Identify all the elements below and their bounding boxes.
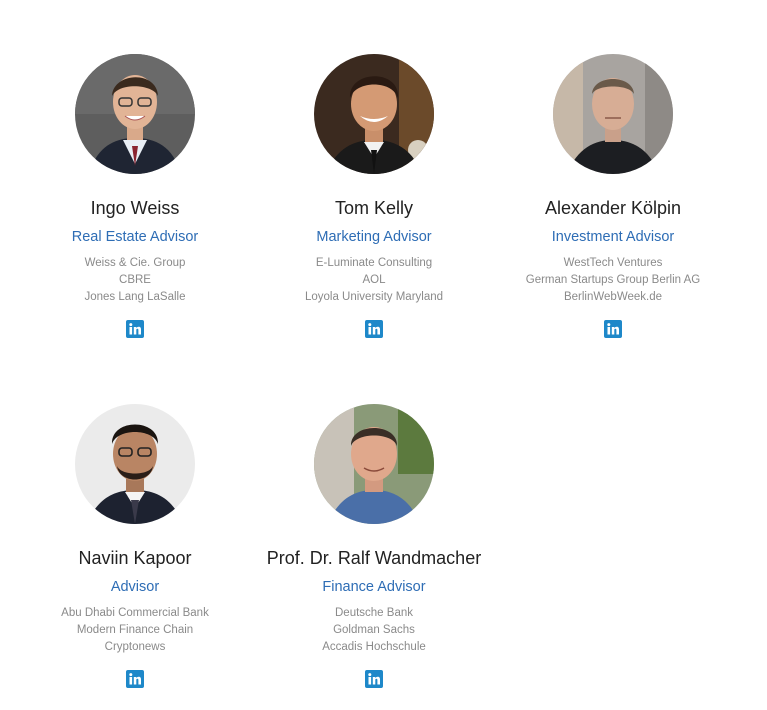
advisor-companies: Abu Dhabi Commercial Bank Modern Finance… [15,605,255,656]
advisor-company: AOL [362,274,386,286]
advisor-company: E-Luminate Consulting [315,257,433,269]
advisor-role: Marketing Advisor [316,229,432,245]
advisor-name: Naviin Kapoor [78,548,192,568]
advisor-company: Abu Dhabi Commercial Bank [61,607,209,619]
advisor-photo [314,404,434,524]
advisor-card: Naviin Kapoor Advisor Abu Dhabi Commerci… [15,404,255,693]
advisor-role: Advisor [110,579,160,595]
advisor-card: Ingo Weiss Real Estate Advisor Weiss & C… [15,54,255,343]
linkedin-icon[interactable] [126,670,144,688]
advisor-company: BerlinWebWeek.de [563,291,662,303]
linkedin-icon[interactable] [126,320,144,338]
linkedin-icon[interactable] [365,670,383,688]
advisors-grid: Ingo Weiss Real Estate Advisor Weiss & C… [0,0,767,710]
advisor-company: Goldman Sachs [333,624,415,636]
advisor-company: Loyola University Maryland [304,291,444,303]
advisor-company: WestTech Ventures [563,257,663,269]
advisor-name: Tom Kelly [334,198,414,218]
advisor-company: German Startups Group Berlin AG [525,274,701,286]
linkedin-icon[interactable] [365,320,383,338]
advisor-company: Deutsche Bank [335,607,413,619]
advisor-card: Tom Kelly Marketing Advisor E-Luminate C… [254,54,494,343]
advisor-name: Ingo Weiss [90,198,180,218]
advisor-companies: E-Luminate Consulting AOL Loyola Univers… [254,255,494,306]
advisor-company: CBRE [119,274,151,286]
linkedin-icon[interactable] [604,320,622,338]
advisor-company: Accadis Hochschule [322,641,426,653]
advisor-role: Investment Advisor [551,229,675,245]
advisor-company: Modern Finance Chain [76,624,194,636]
advisor-companies: WestTech Ventures German Startups Group … [493,255,733,306]
advisor-name: Prof. Dr. Ralf Wandmacher [266,548,482,568]
advisor-companies: Deutsche Bank Goldman Sachs Accadis Hoch… [254,605,494,656]
advisor-photo [314,54,434,174]
advisor-company: Jones Lang LaSalle [84,291,186,303]
advisor-photo [553,54,673,174]
advisor-photo [75,404,195,524]
advisor-role: Finance Advisor [322,579,426,595]
advisor-company: Cryptonews [104,641,166,653]
advisor-card: Alexander Kölpin Investment Advisor West… [493,54,733,343]
advisor-companies: Weiss & Cie. Group CBRE Jones Lang LaSal… [15,255,255,306]
advisor-photo [75,54,195,174]
advisor-card: Prof. Dr. Ralf Wandmacher Finance Adviso… [254,404,494,693]
advisor-company: Weiss & Cie. Group [84,257,186,269]
advisor-name: Alexander Kölpin [544,198,682,218]
advisor-role: Real Estate Advisor [71,229,199,245]
